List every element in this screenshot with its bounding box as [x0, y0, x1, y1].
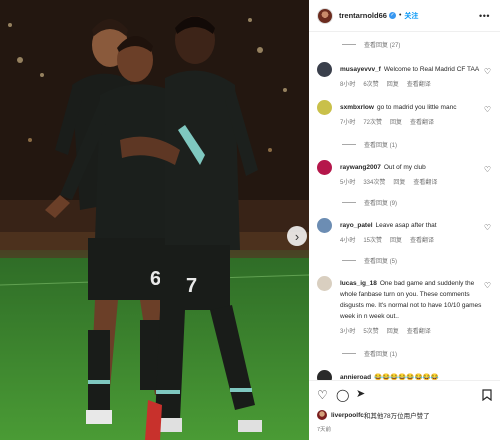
- follow-button[interactable]: 关注: [404, 11, 418, 21]
- post-date: 7天前: [317, 427, 332, 433]
- reply-button[interactable]: 回复: [393, 177, 405, 186]
- avatar[interactable]: [317, 62, 332, 77]
- comment-body: Out of my club: [383, 164, 426, 171]
- heart-icon[interactable]: ♡: [484, 166, 491, 174]
- separator-dot: •: [398, 12, 402, 19]
- photo-illustration: 6 7: [0, 0, 309, 440]
- comment-body: go to madrid you little manc: [376, 104, 457, 111]
- view-replies-label: 查看回复 (27): [364, 43, 401, 49]
- comment-text: lucas_ig_18 One bad game and suddenly the…: [340, 278, 486, 322]
- comment-text: sxmbxrlow go to madrid you little manc: [340, 102, 486, 113]
- comment-meta: 4小时 15次赞 回复 查看翻译: [340, 235, 434, 244]
- comment-text: annieroad 😂😂😂😂😂😂😂😂: [340, 372, 486, 380]
- view-replies-button[interactable]: 查看回复 (27): [342, 40, 400, 49]
- verified-badge-icon: ✓: [388, 12, 396, 19]
- comment-username[interactable]: musayevvv_f: [340, 66, 381, 73]
- comment-text: raywang2007 Out of my club: [340, 162, 486, 173]
- translate-button[interactable]: 查看翻译: [410, 235, 434, 244]
- comment-meta: 3小时 5次赞 回复 查看翻译: [340, 326, 431, 335]
- avatar[interactable]: [317, 100, 332, 115]
- comment-likes[interactable]: 334次赞: [363, 177, 385, 186]
- comment-username[interactable]: lucas_ig_18: [340, 280, 377, 287]
- divider: [342, 202, 356, 203]
- view-replies-button[interactable]: 查看回复 (9): [342, 198, 397, 207]
- comment-time: 8小时: [340, 82, 356, 88]
- comment-meta: 7小时 72次赞 回复 查看翻译: [340, 117, 434, 126]
- more-horizontal-icon[interactable]: •••: [479, 11, 490, 21]
- comment-username[interactable]: rayo_patel: [340, 222, 373, 229]
- comment-username[interactable]: raywang2007: [340, 164, 381, 171]
- comment-likes[interactable]: 6次赞: [363, 79, 378, 88]
- comment-likes[interactable]: 5次赞: [363, 326, 378, 335]
- translate-button[interactable]: 查看翻译: [413, 177, 437, 186]
- view-replies-button[interactable]: 查看回复 (1): [342, 349, 397, 358]
- comment-body: Leave asap after that: [375, 222, 437, 229]
- view-replies-label: 查看回复 (1): [364, 352, 398, 358]
- view-replies-button[interactable]: 查看回复 (1): [342, 140, 397, 149]
- jersey-number-7: 7: [186, 275, 197, 297]
- comment-text: rayo_patel Leave asap after that: [340, 220, 486, 231]
- view-replies-button[interactable]: 查看回复 (5): [342, 256, 397, 265]
- view-replies-label: 查看回复 (9): [364, 201, 398, 207]
- likes-username[interactable]: liverpoolfc: [331, 412, 364, 419]
- divider: [342, 353, 356, 354]
- avatar[interactable]: [317, 370, 332, 380]
- jersey-number-6: 6: [150, 268, 161, 290]
- heart-icon[interactable]: ♡: [484, 68, 491, 76]
- heart-icon[interactable]: ♡: [484, 282, 491, 290]
- comment-username[interactable]: sxmbxrlow: [340, 104, 374, 111]
- view-replies-label: 查看回复 (1): [364, 143, 398, 149]
- comment-likes[interactable]: 72次赞: [363, 117, 382, 126]
- divider: [342, 44, 356, 45]
- post-header: trentarnold66 ✓ • 关注 •••: [309, 0, 500, 32]
- comment-time: 7小时: [340, 120, 356, 126]
- avatar[interactable]: [317, 7, 333, 24]
- reply-button[interactable]: 回复: [390, 117, 402, 126]
- avatar[interactable]: [317, 160, 332, 175]
- likes-text: 和其他78万位用户赞了: [363, 413, 430, 420]
- avatar[interactable]: [317, 218, 332, 233]
- heart-icon[interactable]: ♡: [484, 106, 491, 114]
- reply-button[interactable]: 回复: [387, 79, 399, 88]
- action-bar: ♡ ◯ ➤: [309, 380, 500, 412]
- comment-meta: 8小时 6次赞 回复 查看翻译: [340, 79, 431, 88]
- post-username[interactable]: trentarnold66: [339, 11, 387, 20]
- heart-icon[interactable]: ♡: [484, 224, 491, 232]
- comment-body: Welcome to Real Madrid CF TAA: [383, 66, 480, 73]
- post-sidebar: trentarnold66 ✓ • 关注 ••• 查看回复 (27) musay…: [309, 0, 500, 440]
- comments-list[interactable]: 查看回复 (27) musayevvv_f Welcome to Real Mad…: [309, 32, 500, 380]
- comment-meta: 5小时 334次赞 回复 查看翻译: [340, 177, 437, 186]
- avatar: [317, 410, 327, 420]
- avatar[interactable]: [317, 276, 332, 291]
- bookmark-icon[interactable]: [482, 389, 492, 403]
- post-photo[interactable]: 6 7 ›: [0, 0, 309, 440]
- share-icon[interactable]: ➤: [356, 389, 365, 400]
- translate-button[interactable]: 查看翻译: [410, 117, 434, 126]
- comment-icon[interactable]: ◯: [336, 389, 349, 401]
- comment-time: 5小时: [340, 180, 356, 186]
- comment-likes[interactable]: 15次赞: [363, 235, 382, 244]
- chevron-right-icon[interactable]: ›: [287, 226, 307, 246]
- reply-button[interactable]: 回复: [390, 235, 402, 244]
- divider: [342, 260, 356, 261]
- comment-time: 4小时: [340, 238, 356, 244]
- heart-icon[interactable]: ♡: [317, 389, 328, 401]
- comment-time: 3小时: [340, 329, 356, 335]
- view-replies-label: 查看回复 (5): [364, 259, 398, 265]
- translate-button[interactable]: 查看翻译: [407, 326, 431, 335]
- reply-button[interactable]: 回复: [387, 326, 399, 335]
- divider: [342, 144, 356, 145]
- likes-summary[interactable]: liverpoolfc 和其他78万位用户赞了: [317, 410, 430, 420]
- translate-button[interactable]: 查看翻译: [407, 79, 431, 88]
- comment-text: musayevvv_f Welcome to Real Madrid CF TAA: [340, 64, 486, 75]
